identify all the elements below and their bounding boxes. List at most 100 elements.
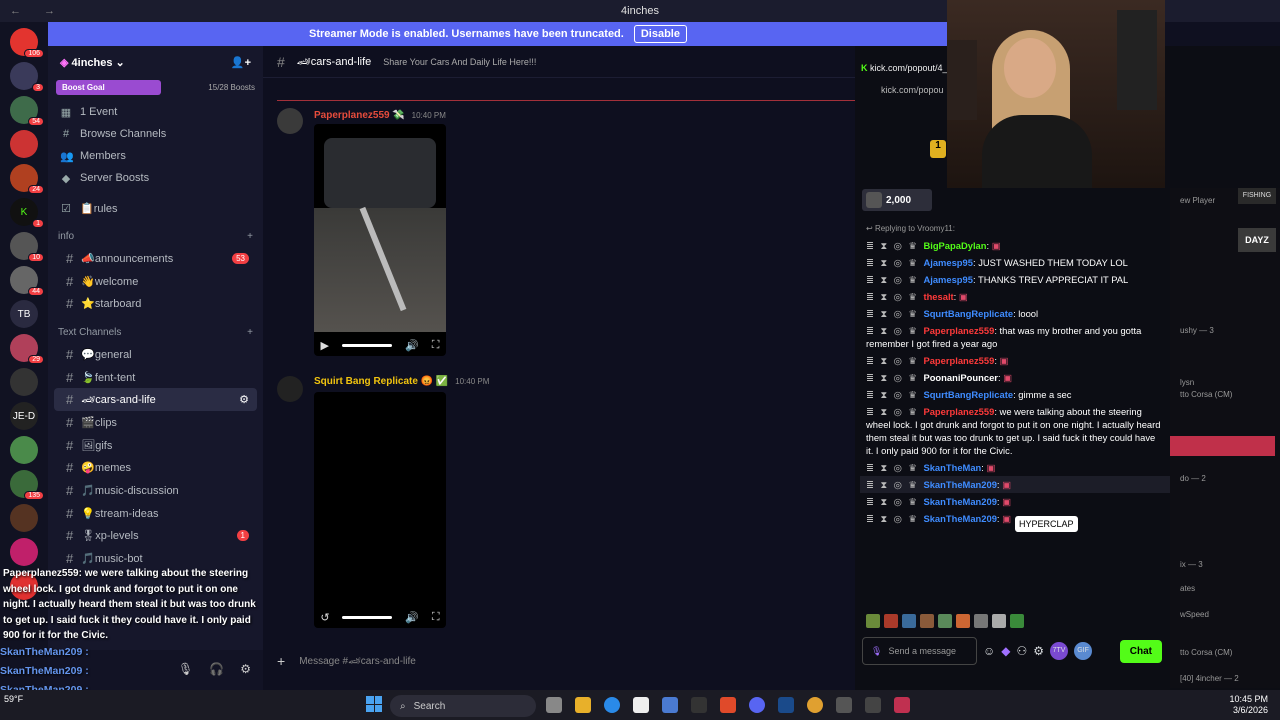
chat-line[interactable]: ≣ ⧗ ◎ ♛ BigPapaDylan: ▣ [860, 237, 1170, 254]
chat-line[interactable]: ≣ ⧗ ◎ ♛ SkanTheMan209: ▣ [860, 493, 1170, 510]
emote-icon[interactable] [974, 614, 988, 628]
channel-item[interactable]: # 🎵music-discussion [54, 479, 257, 502]
app-icon[interactable] [778, 697, 794, 713]
channel-item[interactable]: # 💡stream-ideas [54, 502, 257, 525]
obs-icon[interactable] [836, 697, 852, 713]
chat-username[interactable]: SkanTheMan209 [923, 496, 996, 507]
side-row[interactable]: tto Corsa (CM) [1180, 390, 1232, 399]
server-icon[interactable]: 29 [10, 334, 44, 364]
category-info[interactable]: info + [48, 225, 263, 247]
side-row[interactable]: ix — 3 [1180, 560, 1203, 569]
chat-username[interactable]: SqurtBangReplicate [923, 389, 1013, 400]
users-icon[interactable]: ⚇ [1017, 644, 1028, 658]
server-boosts-item[interactable]: ◆ Server Boosts [48, 167, 263, 189]
rules-item[interactable]: ☑ 📋rules [48, 197, 263, 219]
mod-action-icons[interactable]: ≣ ⧗ ◎ ♛ [866, 240, 923, 251]
avatar[interactable] [277, 376, 303, 402]
channel-item[interactable]: # 🎬clips [54, 411, 257, 434]
channel-item[interactable]: # 🎖xp-levels 1 [54, 525, 257, 548]
windows-start-icon[interactable] [366, 696, 382, 712]
server-icon[interactable]: JE-D [10, 402, 38, 430]
mod-action-icons[interactable]: ≣ ⧗ ◎ ♛ [866, 406, 923, 417]
chat-line[interactable]: ≣ ⧗ ◎ ♛ Ajamesp95: JUST WASHED THEM TODA… [860, 254, 1170, 271]
emote-icon[interactable] [956, 614, 970, 628]
boost-goal[interactable]: Boost Goal 15/28 Boosts [56, 80, 255, 95]
server-icon[interactable]: 24 [10, 164, 44, 194]
app-icon[interactable] [865, 697, 881, 713]
channel-item[interactable]: # 👋welcome [54, 270, 257, 293]
discord-icon[interactable] [749, 697, 765, 713]
progress-bar[interactable] [342, 343, 393, 347]
mod-action-icons[interactable]: ≣ ⧗ ◎ ♛ [866, 496, 923, 507]
chat-username[interactable]: thesalt [923, 291, 953, 302]
server-icon[interactable]: 54 [10, 96, 44, 126]
emote-icon[interactable] [866, 614, 880, 628]
store-icon[interactable] [662, 697, 678, 713]
chat-line[interactable]: ≣ ⧗ ◎ ♛ Ajamesp95: THANKS TREV APPRECIAT… [860, 271, 1170, 288]
channel-item[interactable]: # 🖼gifs [54, 434, 257, 457]
chat-username[interactable]: Paperplanez559 [923, 406, 994, 417]
mod-action-icons[interactable]: ≣ ⧗ ◎ ♛ [866, 462, 923, 473]
chat-line[interactable]: ≣ ⧗ ◎ ♛ PoonaniPouncer: ▣ [860, 369, 1170, 386]
mic-icon[interactable]: 🎙 [871, 646, 882, 657]
side-row[interactable]: ates [1180, 584, 1195, 593]
server-icon[interactable]: 135 [10, 470, 44, 500]
chat-username[interactable]: Paperplanez559 [923, 355, 994, 366]
game-tile-dayz[interactable]: DAYZ [1238, 228, 1276, 252]
side-row[interactable]: [40] 4incher — 2 [1180, 674, 1239, 683]
mod-action-icons[interactable]: ≣ ⧗ ◎ ♛ [866, 325, 923, 336]
mod-action-icons[interactable]: ≣ ⧗ ◎ ♛ [866, 372, 923, 383]
server-icon[interactable]: 106 [10, 28, 44, 58]
server-icon[interactable]: 10 [10, 232, 44, 262]
mod-action-icons[interactable]: ≣ ⧗ ◎ ♛ [866, 355, 923, 366]
mod-action-icons[interactable]: ≣ ⧗ ◎ ♛ [866, 291, 923, 302]
channel-settings-icon[interactable]: ⚙ [239, 393, 249, 406]
chat-line[interactable]: ≣ ⧗ ◎ ♛ SkanTheMan209: ▣ [860, 476, 1170, 493]
chat-username[interactable]: SkanTheMan209 [923, 479, 996, 490]
notepad-icon[interactable] [633, 697, 649, 713]
mod-action-icons[interactable]: ≣ ⧗ ◎ ♛ [866, 274, 923, 285]
task-view-icon[interactable] [546, 697, 562, 713]
edge-icon[interactable] [604, 697, 620, 713]
channel-item[interactable]: # 🤪memes [54, 457, 257, 480]
file-explorer-icon[interactable] [575, 697, 591, 713]
chat-line[interactable]: ≣ ⧗ ◎ ♛ thesalt: ▣ [860, 288, 1170, 305]
chat-username[interactable]: Ajamesp95 [923, 257, 973, 268]
events-item[interactable]: ▦ 1 Event [48, 101, 263, 123]
chat-line[interactable]: ≣ ⧗ ◎ ♛ Paperplanez559: we were talking … [860, 403, 1170, 459]
video-attachment[interactable]: ▶ 🔊 ⛶ [314, 124, 446, 356]
chat-username[interactable]: Paperplanez559 [923, 325, 994, 336]
coin-balance[interactable]: 2,000 [862, 189, 932, 211]
chat-send-button[interactable]: Chat [1119, 639, 1162, 663]
side-row[interactable]: lysn [1180, 378, 1194, 387]
side-row[interactable]: wSpeed [1180, 610, 1209, 619]
play-icon[interactable]: ▶ [321, 339, 329, 352]
add-attachment-icon[interactable]: + [277, 653, 285, 669]
kick-message-input[interactable]: 🎙 Send a message [862, 637, 977, 665]
chrome-icon[interactable] [807, 697, 823, 713]
chat-username[interactable]: Ajamesp95 [923, 274, 973, 285]
emote-icon[interactable] [992, 614, 1006, 628]
channel-item[interactable]: # ⭐starboard [54, 292, 257, 315]
channel-item[interactable]: # 🏎cars-and-life ⚙ [54, 388, 257, 412]
7tv-icon[interactable]: 7TV [1050, 642, 1069, 660]
app-icon[interactable] [894, 697, 910, 713]
author-name[interactable]: Paperplanez559 [314, 110, 390, 121]
gift-icon[interactable]: ◆ [1001, 644, 1010, 658]
channel-item[interactable]: # 🍃fent-tent [54, 366, 257, 389]
server-icon[interactable]: 44 [10, 266, 44, 296]
chat-username[interactable]: SkanTheMan [923, 462, 981, 473]
side-row[interactable]: ushy — 3 [1180, 326, 1214, 335]
server-icon[interactable] [10, 538, 38, 566]
chat-line[interactable]: ≣ ⧗ ◎ ♛ SkanTheMan: ▣ [860, 459, 1170, 476]
add-channel-icon[interactable]: + [247, 231, 253, 242]
chat-line[interactable]: ≣ ⧗ ◎ ♛ SqurtBangReplicate: gimme a sec [860, 386, 1170, 403]
chat-username[interactable]: SqurtBangReplicate [923, 308, 1013, 319]
nav-arrows[interactable]: ← → [10, 5, 65, 17]
side-row[interactable]: do — 2 [1180, 474, 1206, 483]
chat-line[interactable]: ≣ ⧗ ◎ ♛ Paperplanez559: that was my brot… [860, 322, 1170, 352]
taskbar-search[interactable]: ⌕ Search [390, 695, 536, 717]
game-tile-fishing[interactable]: FISHING [1238, 188, 1276, 204]
app-icon[interactable] [720, 697, 736, 713]
chat-line[interactable]: ≣ ⧗ ◎ ♛ SqurtBangReplicate: loool [860, 305, 1170, 322]
